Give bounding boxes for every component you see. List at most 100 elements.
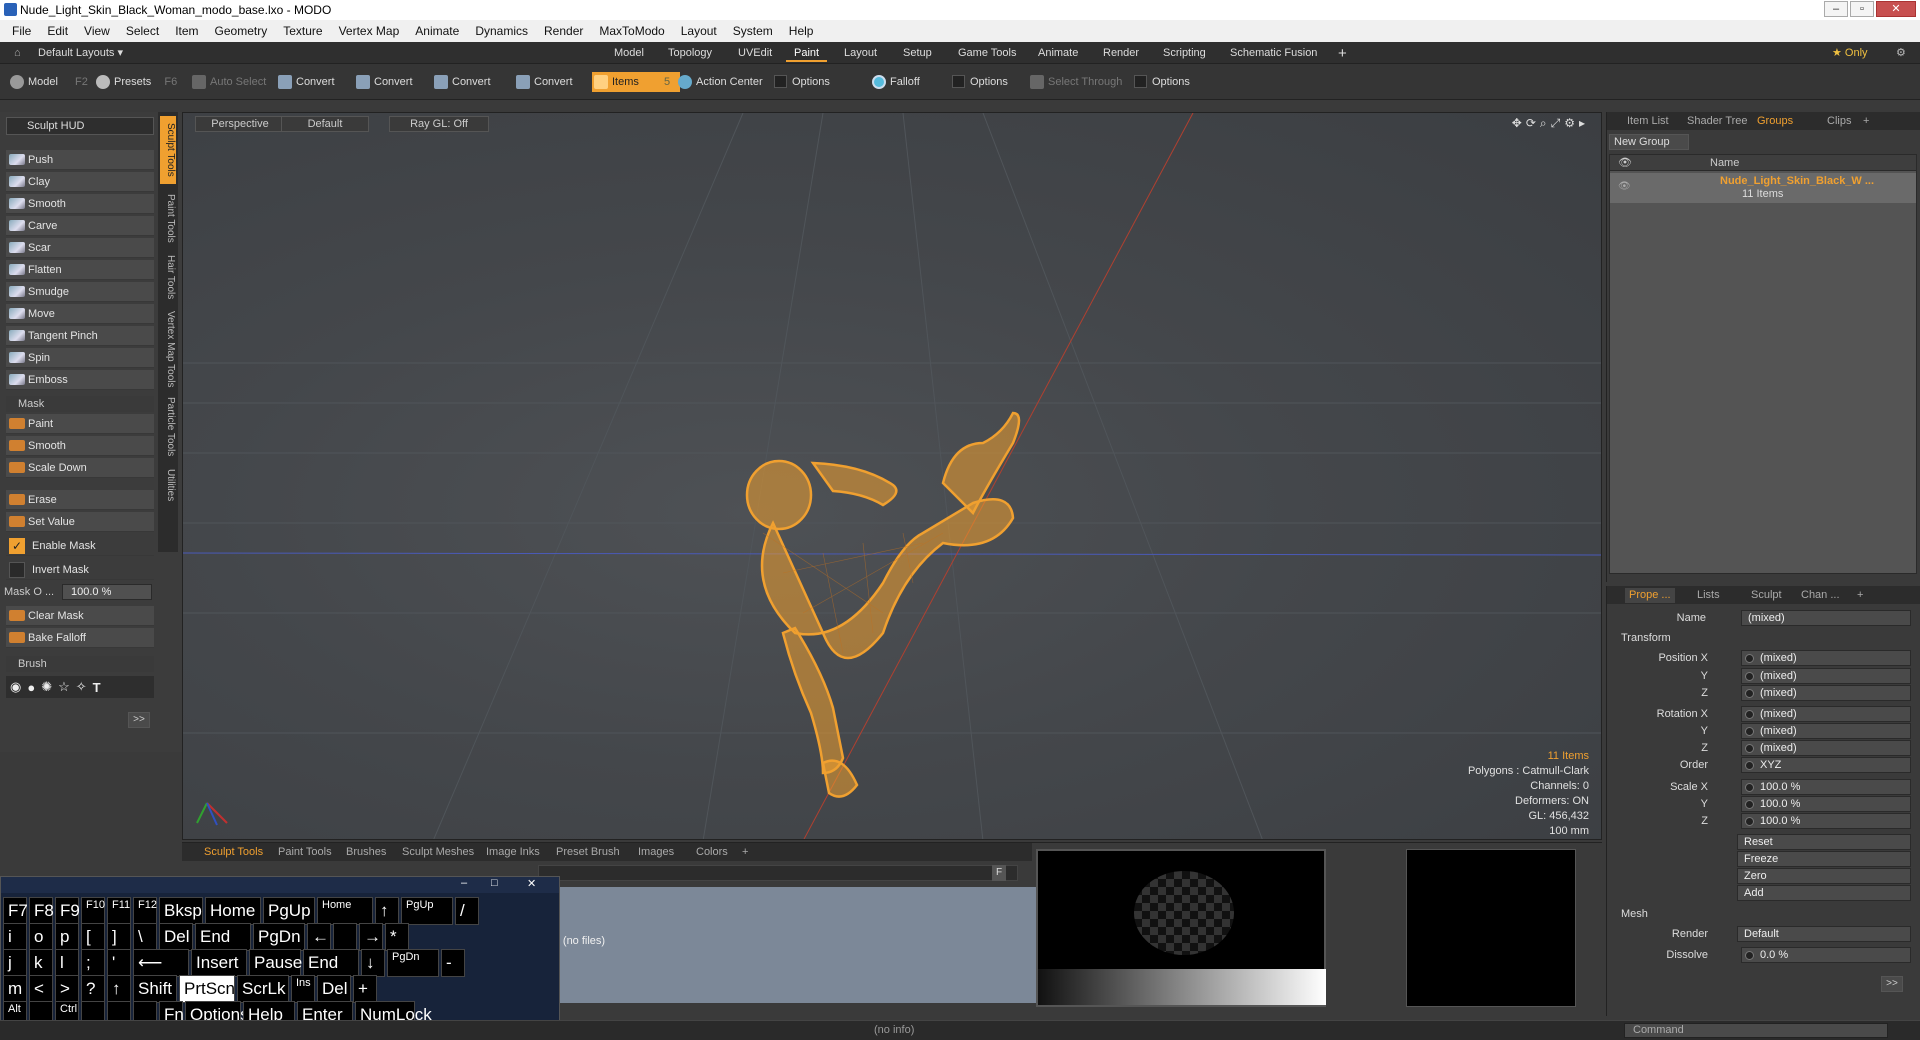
convert-edges-button[interactable]: Convert: [354, 72, 413, 92]
menu-help[interactable]: Help: [781, 24, 822, 38]
preset-slider-track[interactable]: [538, 865, 1018, 881]
procedural-brush-icon[interactable]: ✧: [76, 679, 87, 695]
key[interactable]: l: [55, 949, 79, 977]
convert-vertices-button[interactable]: Convert: [276, 72, 335, 92]
soft-brush-icon[interactable]: ◉: [10, 679, 21, 695]
key[interactable]: →: [359, 923, 383, 951]
tab-images[interactable]: Images: [638, 845, 674, 860]
transform-section[interactable]: Transform: [1621, 632, 1671, 644]
auto-select-button[interactable]: Auto Select: [190, 72, 266, 92]
key[interactable]: Home: [205, 897, 261, 925]
key[interactable]: i: [3, 923, 27, 951]
menu-edit[interactable]: Edit: [39, 24, 76, 38]
key[interactable]: PgUp: [263, 897, 315, 925]
tab-channels[interactable]: Chan ...: [1801, 588, 1840, 603]
tab-game-tools[interactable]: Game Tools: [950, 45, 1025, 62]
select-through-button[interactable]: Select Through: [1028, 72, 1122, 92]
dissolve-field[interactable]: 0.0 %: [1741, 947, 1911, 963]
tool-carve[interactable]: Carve: [6, 216, 154, 236]
text-brush-icon[interactable]: T: [93, 680, 101, 695]
scale-x-field[interactable]: 100.0 %: [1741, 779, 1911, 795]
key[interactable]: [333, 923, 357, 951]
scale-y-field[interactable]: 100.0 %: [1741, 796, 1911, 812]
key[interactable]: ↑: [107, 975, 131, 1003]
key[interactable]: ←: [307, 923, 331, 951]
select-options-button[interactable]: Options: [1132, 72, 1190, 92]
invert-mask-toggle[interactable]: Invert Mask: [6, 560, 154, 580]
tab-setup[interactable]: Setup: [895, 45, 940, 62]
command-input[interactable]: Command: [1624, 1023, 1888, 1038]
minimize-button[interactable]: –: [1824, 1, 1848, 17]
tool-spin[interactable]: Spin: [6, 348, 154, 368]
tab-layout[interactable]: Layout: [836, 45, 885, 62]
add-props-tab-button[interactable]: +: [1857, 588, 1863, 603]
close-button[interactable]: ✕: [1876, 1, 1916, 17]
key[interactable]: Home: [317, 897, 373, 925]
vtab-paint-tools[interactable]: Paint Tools: [160, 190, 176, 246]
zero-dropdown[interactable]: Zero: [1737, 868, 1911, 884]
sculpt-hud-button[interactable]: Sculpt HUD: [6, 117, 154, 135]
clear-mask-button[interactable]: Clear Mask: [6, 606, 154, 626]
tab-paint[interactable]: Paint: [786, 45, 828, 62]
bake-falloff-button[interactable]: Bake Falloff: [6, 628, 154, 648]
star-brush-icon[interactable]: ☆: [58, 679, 70, 695]
key[interactable]: F12: [133, 897, 157, 925]
tab-brushes[interactable]: Brushes: [346, 845, 386, 860]
key[interactable]: F11: [107, 897, 131, 925]
tab-uvedit[interactable]: UVEdit: [730, 45, 780, 62]
checkmark-icon[interactable]: ✓: [9, 538, 25, 554]
key[interactable]: PgUp: [401, 897, 453, 925]
key[interactable]: -: [441, 949, 465, 977]
tab-shader-tree[interactable]: Shader Tree: [1687, 114, 1748, 129]
rotation-y-field[interactable]: (mixed): [1741, 723, 1911, 739]
key[interactable]: Ins: [291, 975, 315, 1003]
splat-brush-icon[interactable]: ✺: [41, 679, 52, 695]
menu-file[interactable]: File: [4, 24, 39, 38]
key[interactable]: p: [55, 923, 79, 951]
add-dropdown[interactable]: Add: [1737, 885, 1911, 901]
key[interactable]: *: [385, 923, 409, 951]
tool-scar[interactable]: Scar: [6, 238, 154, 258]
tab-topology[interactable]: Topology: [660, 45, 720, 62]
vtab-sculpt-tools[interactable]: Sculpt Tools: [160, 116, 176, 184]
keyboard-maximize-button[interactable]: □: [491, 877, 498, 889]
mask-section-header[interactable]: Mask: [6, 396, 154, 412]
rotation-z-field[interactable]: (mixed): [1741, 740, 1911, 756]
rotation-x-field[interactable]: (mixed): [1741, 706, 1911, 722]
3d-viewport[interactable]: Perspective Default Ray GL: Off ✥⟳⌕⤢⚙▸ 1…: [182, 112, 1602, 840]
only-toggle[interactable]: ★ Only: [1824, 45, 1876, 62]
props-more-button[interactable]: >>: [1881, 976, 1903, 992]
key[interactable]: PgDn: [253, 923, 305, 951]
key[interactable]: PgDn: [387, 949, 439, 977]
key[interactable]: o: [29, 923, 53, 951]
tool-tangent-pinch[interactable]: Tangent Pinch: [6, 326, 154, 346]
key[interactable]: F9: [55, 897, 80, 925]
menu-view[interactable]: View: [76, 24, 118, 38]
tab-paint-tools[interactable]: Paint Tools: [278, 845, 332, 860]
mask-opacity-field[interactable]: 100.0 %: [62, 584, 152, 600]
tool-move[interactable]: Move: [6, 304, 154, 324]
options-checkbox[interactable]: [1134, 75, 1147, 88]
tool-emboss[interactable]: Emboss: [6, 370, 154, 390]
key[interactable]: Pause: [249, 949, 302, 977]
tab-properties[interactable]: Prope ...: [1625, 588, 1675, 603]
falloff-options-button[interactable]: Options: [950, 72, 1008, 92]
brush-more-button[interactable]: >>: [128, 712, 150, 728]
key[interactable]: j: [3, 949, 27, 977]
tab-sculpt-meshes[interactable]: Sculpt Meshes: [402, 845, 474, 860]
keyboard-minimize-button[interactable]: –: [461, 877, 467, 889]
key[interactable]: +: [353, 975, 377, 1003]
convert-items-button[interactable]: Convert: [514, 72, 573, 92]
menu-geometry[interactable]: Geometry: [207, 24, 276, 38]
falloff-button[interactable]: Falloff: [870, 72, 920, 92]
mask-set-value[interactable]: Set Value: [6, 512, 154, 532]
key[interactable]: Shift: [133, 975, 177, 1003]
tool-smooth[interactable]: Smooth: [6, 194, 154, 214]
hard-brush-icon[interactable]: ●: [27, 680, 35, 695]
menu-animate[interactable]: Animate: [407, 24, 467, 38]
menu-texture[interactable]: Texture: [275, 24, 330, 38]
new-group-button[interactable]: New Group: [1609, 134, 1689, 150]
key[interactable]: F8: [29, 897, 54, 925]
key[interactable]: [: [81, 923, 105, 951]
enable-mask-toggle[interactable]: ✓ Enable Mask: [6, 536, 154, 556]
